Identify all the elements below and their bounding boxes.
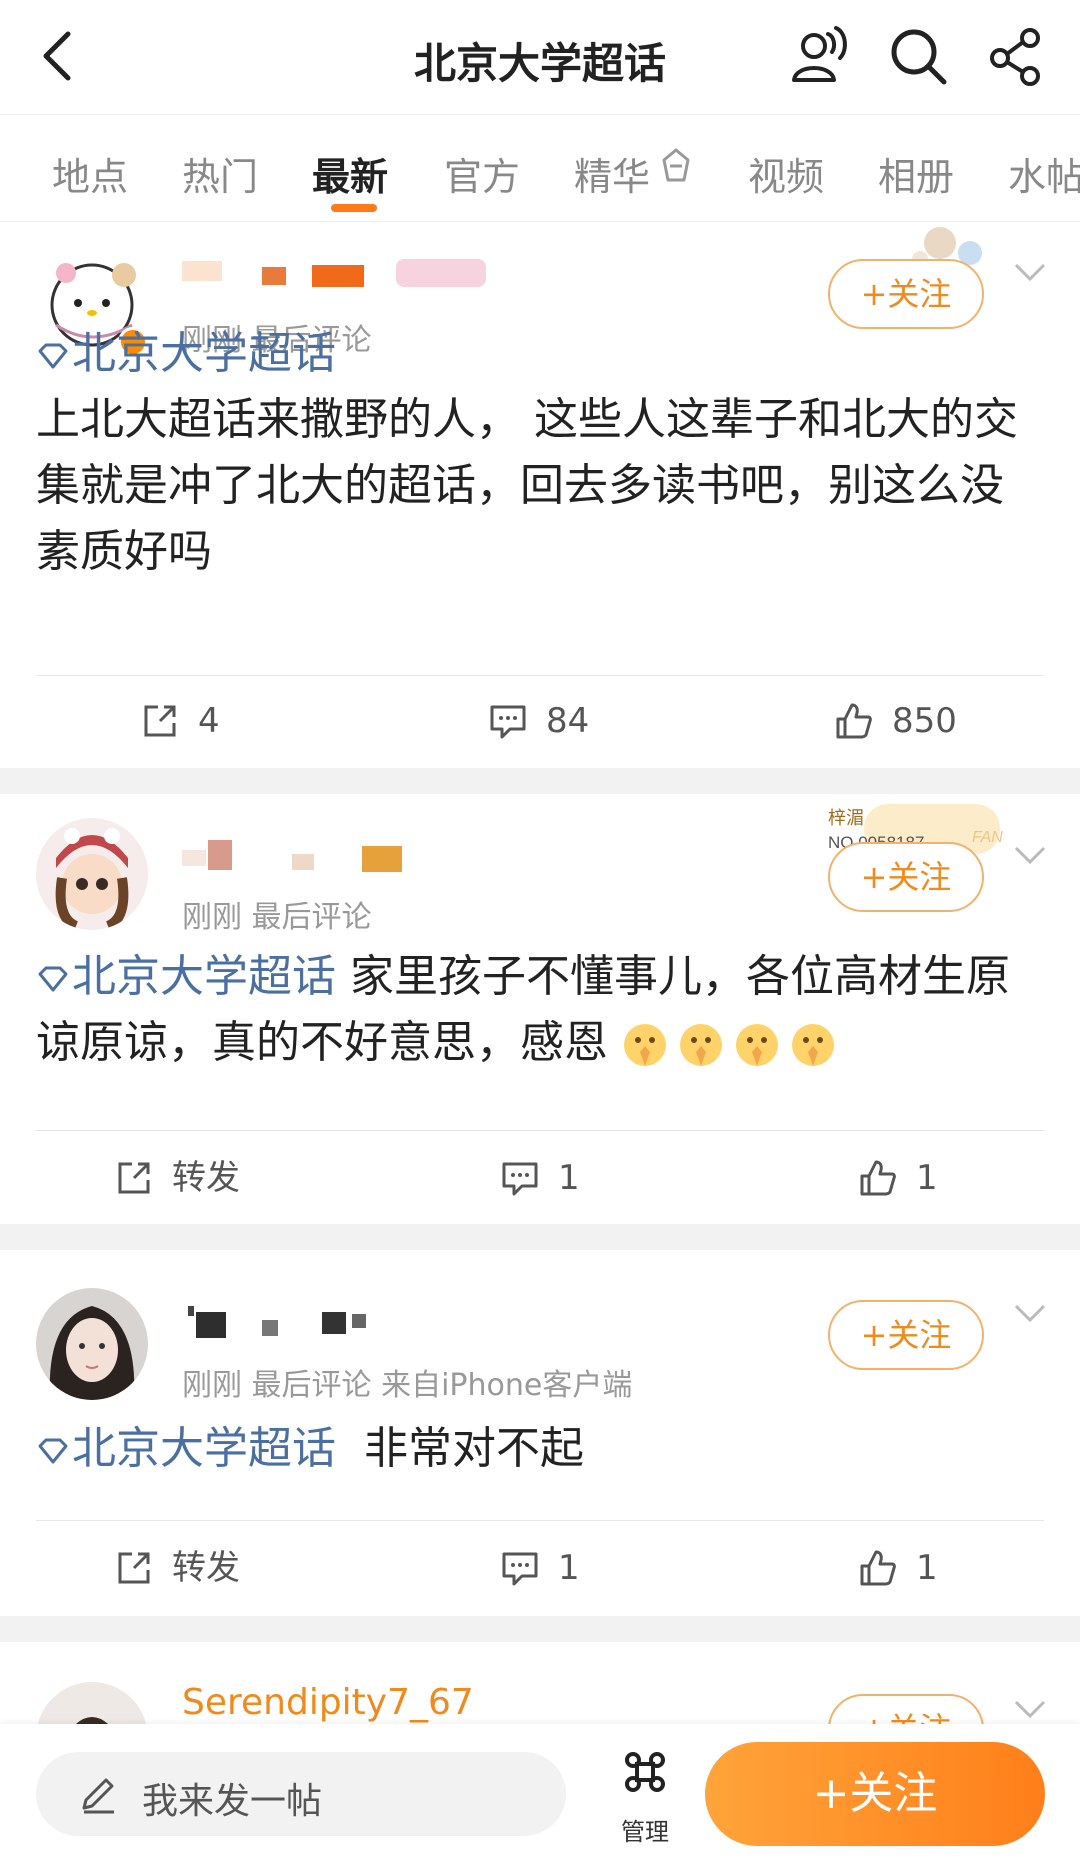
follow-button[interactable]: +关注 xyxy=(828,1300,984,1370)
tab-official[interactable]: 官方 xyxy=(444,146,520,201)
chevron-down-icon[interactable] xyxy=(1012,1302,1048,1326)
supertopic-diamond-icon xyxy=(38,1438,68,1464)
post-text: 上北大超话来撒野的人， 这些人这辈子和北大的交集就是冲了北大的超话，回去多读书吧… xyxy=(36,394,1018,577)
supertopic-diamond-icon xyxy=(38,343,68,369)
divider xyxy=(36,1520,1044,1521)
fan-badge-name: 梓湄 xyxy=(828,808,864,829)
repost-button[interactable]: 4 xyxy=(140,699,260,743)
pray-emoji-icon xyxy=(792,1024,834,1066)
avatar[interactable] xyxy=(36,818,148,930)
post-separator xyxy=(0,1224,1080,1250)
manage-button[interactable]: 管理 xyxy=(600,1750,690,1846)
active-tab-indicator xyxy=(331,204,377,212)
topic-link[interactable]: 北京大学超话 xyxy=(36,951,336,1002)
post-separator xyxy=(0,768,1080,794)
divider xyxy=(36,1130,1044,1131)
repost-icon xyxy=(118,1162,150,1194)
comment-icon xyxy=(502,1552,538,1586)
pray-emoji-icon xyxy=(680,1024,722,1066)
username[interactable]: Serendipity7_67 xyxy=(182,1682,474,1723)
repost-button[interactable]: 转发 xyxy=(114,1156,274,1200)
tab-location[interactable]: 地点 xyxy=(52,146,128,201)
share-icon[interactable] xyxy=(984,24,1048,88)
post-body: 北京大学超话 家里孩子不懂事儿，各位高材生原谅原谅，真的不好意思，感恩 xyxy=(36,944,1046,1076)
like-button[interactable]: 1 xyxy=(858,1156,978,1200)
search-icon[interactable] xyxy=(886,24,950,88)
like-button[interactable]: 1 xyxy=(858,1546,978,1590)
username-redacted[interactable] xyxy=(182,257,492,291)
supertopic-diamond-icon xyxy=(38,966,68,992)
pencil-icon xyxy=(82,1778,114,1814)
username-redacted[interactable] xyxy=(182,1306,382,1340)
tab-water-post[interactable]: 水帖 xyxy=(1008,146,1080,201)
avatar[interactable] xyxy=(36,1288,148,1400)
tab-hot[interactable]: 热门 xyxy=(182,146,258,201)
chevron-down-icon[interactable] xyxy=(1012,1698,1048,1722)
post-meta: 刚刚 最后评论 xyxy=(182,900,372,935)
post-meta: 刚刚 最后评论 来自iPhone客户端 xyxy=(182,1368,633,1403)
avatar[interactable] xyxy=(36,1682,148,1724)
comment-button[interactable]: 1 xyxy=(500,1546,620,1590)
follow-button[interactable]: +关注 xyxy=(828,1694,984,1724)
comment-count: 1 xyxy=(558,1548,580,1588)
tab-bar: 地点 热门 最新 官方 精华 视频 相册 水帖 xyxy=(0,116,1080,222)
like-count: 1 xyxy=(916,1158,938,1198)
like-button[interactable]: 850 xyxy=(834,699,994,743)
command-icon xyxy=(625,1752,665,1792)
comment-button[interactable]: 84 xyxy=(488,699,628,743)
post-separator xyxy=(0,1616,1080,1642)
repost-count: 4 xyxy=(198,701,220,741)
post-text: 非常对不起 xyxy=(336,1423,584,1474)
compose-post-button[interactable]: 我来发一帖 xyxy=(36,1752,566,1836)
post-card[interactable]: 刚刚 最后评论 来自iPhone客户端 +关注 北京大学超话 非常对不起 转发 … xyxy=(0,1250,1080,1614)
repost-button[interactable]: 转发 xyxy=(114,1546,274,1590)
chevron-down-icon[interactable] xyxy=(1012,261,1048,285)
tab-album[interactable]: 相册 xyxy=(878,146,954,201)
follow-supertopic-button[interactable]: +关注 xyxy=(705,1742,1045,1846)
thumbs-up-icon xyxy=(836,703,872,739)
username-redacted[interactable] xyxy=(182,840,412,874)
comment-count: 84 xyxy=(546,701,590,741)
repost-icon xyxy=(144,705,176,737)
thumbs-up-icon xyxy=(860,1160,896,1196)
post-body: 北京大学超话 上北大超话来撒野的人， 这些人这辈子和北大的交集就是冲了北大的超话… xyxy=(36,321,1046,585)
thumbs-up-icon xyxy=(860,1550,896,1586)
comment-icon xyxy=(502,1162,538,1196)
tab-latest[interactable]: 最新 xyxy=(312,146,388,201)
topic-link[interactable]: 北京大学超话 xyxy=(36,1423,336,1474)
pray-emoji-icon xyxy=(736,1024,778,1066)
post-card[interactable]: 刚刚 最后评论 +关注 北京大学超话 上北大超话来撒野的人， 这些人这辈子和北大… xyxy=(0,223,1080,767)
top-bar: 北京大学超话 xyxy=(0,0,1080,115)
chevron-down-icon[interactable] xyxy=(1012,844,1048,868)
pray-emoji-icon xyxy=(624,1024,666,1066)
comment-icon xyxy=(490,705,526,739)
follow-button[interactable]: +关注 xyxy=(828,842,984,912)
fan-badge-tag: FANS xyxy=(972,829,1004,846)
repost-label: 转发 xyxy=(172,1548,240,1588)
comment-count: 1 xyxy=(558,1158,580,1198)
bottom-bar: 我来发一帖 管理 +关注 xyxy=(0,1724,1080,1866)
tab-video[interactable]: 视频 xyxy=(748,146,824,201)
post-card[interactable]: Serendipity7_67 +关注 xyxy=(0,1642,1080,1724)
divider xyxy=(36,675,1044,676)
tab-featured[interactable]: 精华 xyxy=(574,146,650,201)
follow-button[interactable]: +关注 xyxy=(828,259,984,329)
post-body: 北京大学超话 非常对不起 xyxy=(36,1416,1046,1482)
compose-placeholder: 我来发一帖 xyxy=(142,1781,323,1822)
repost-icon xyxy=(118,1552,150,1584)
repost-label: 转发 xyxy=(172,1158,240,1198)
manage-label: 管理 xyxy=(621,1818,669,1846)
comment-button[interactable]: 1 xyxy=(500,1156,620,1200)
topic-link[interactable]: 北京大学超话 xyxy=(36,328,336,379)
like-count: 1 xyxy=(916,1548,938,1588)
like-count: 850 xyxy=(892,701,957,741)
members-icon[interactable] xyxy=(788,24,852,88)
featured-badge-icon xyxy=(662,148,690,182)
post-card[interactable]: 刚刚 最后评论 FANS 梓湄 NO.0058187 +关注 北京大学超话 家里… xyxy=(0,794,1080,1222)
